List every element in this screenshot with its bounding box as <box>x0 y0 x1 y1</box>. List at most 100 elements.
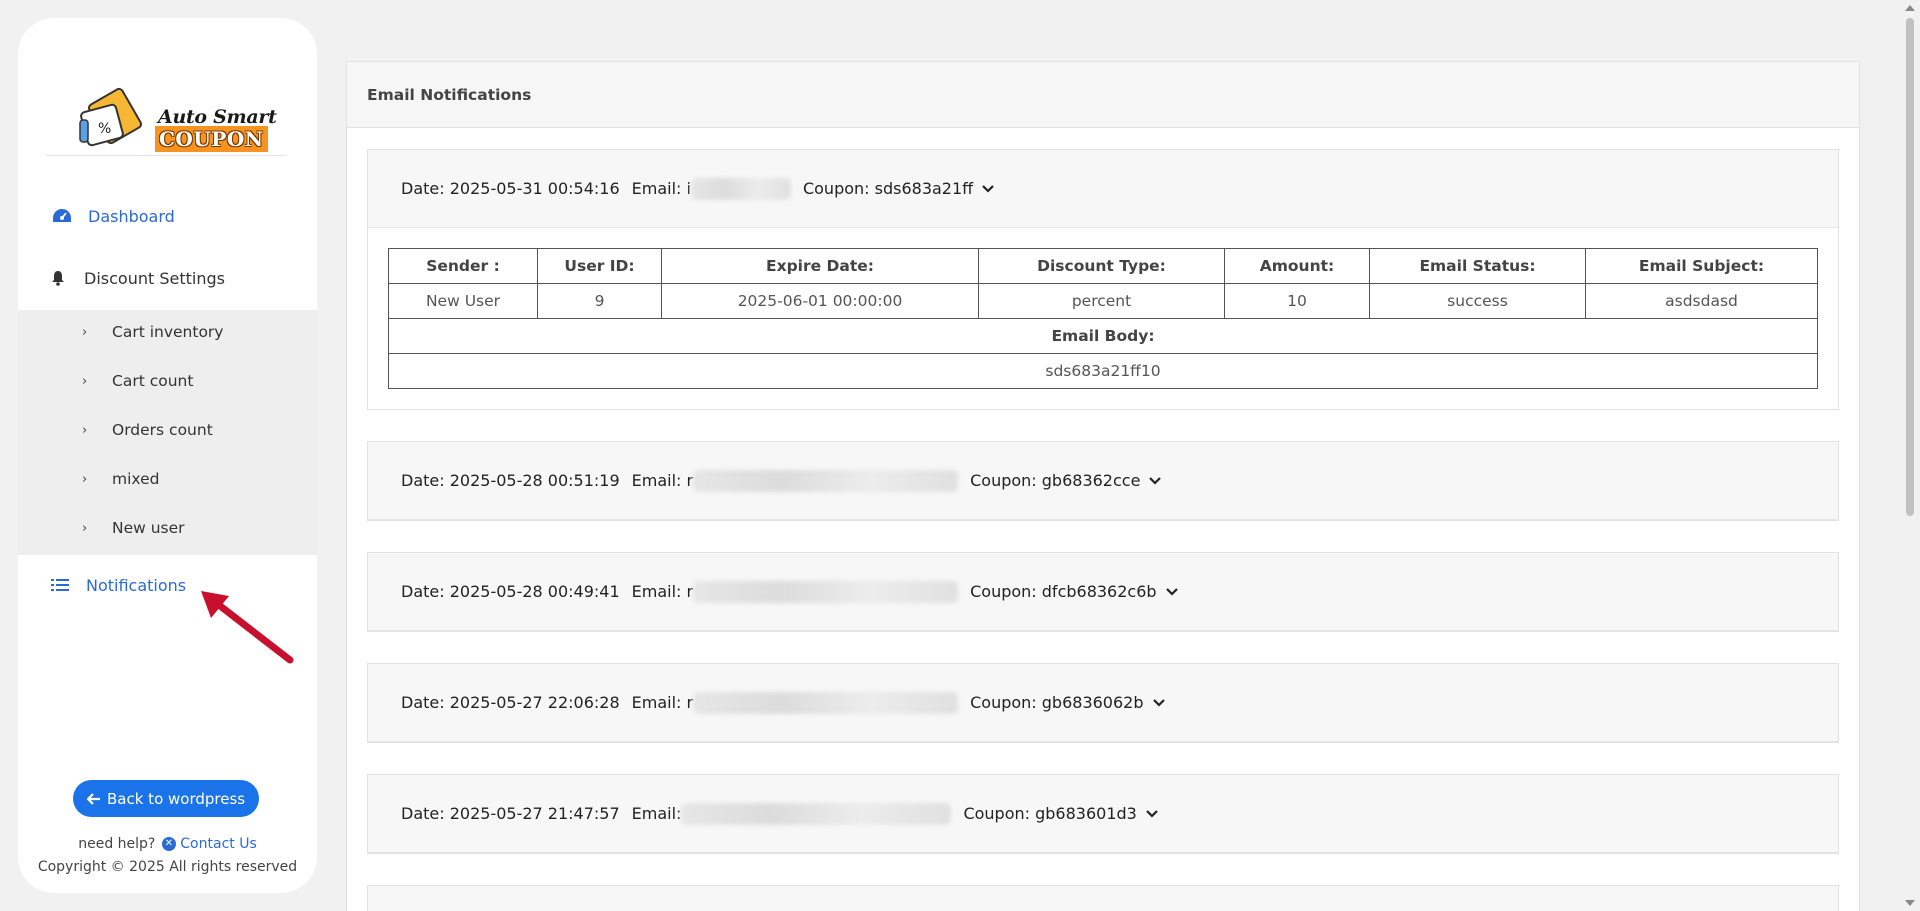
nav-discount-settings-label: Discount Settings <box>84 268 225 288</box>
notification-card: Date: 2025-05-27 21:47:57 Email: Coupon:… <box>367 774 1839 854</box>
notification-date: Date: 2025-05-28 00:51:19 <box>401 471 620 490</box>
header-email-body: Email Body: <box>388 318 1818 354</box>
notification-coupon: Coupon: sds683a21ff <box>802 179 974 198</box>
scroll-up-icon[interactable] <box>1905 5 1915 11</box>
table-row: sds683a21ff10 <box>388 353 1818 389</box>
notification-email-label: Email: r <box>631 693 694 712</box>
divider <box>46 155 286 156</box>
notification-details-table: Sender : User ID: Expire Date: Discount … <box>388 248 1818 389</box>
notification-coupon: Coupon: gb6836062b <box>970 693 1144 712</box>
chevron-down-icon[interactable] <box>1145 809 1159 819</box>
notification-card: Date: 2025-05-28 00:51:19 Email: r Coupo… <box>367 441 1839 521</box>
email-notifications-panel: Email Notifications Date: 2025-05-31 00:… <box>346 61 1860 911</box>
header-sender: Sender : <box>388 248 538 284</box>
logo-text-line2: COUPON <box>155 126 268 152</box>
header-discount-type: Discount Type: <box>978 248 1225 284</box>
dashboard-gauge-icon <box>50 208 74 224</box>
header-amount: Amount: <box>1224 248 1370 284</box>
notification-card-header[interactable]: Date: 2025-05-31 00:54:16 Email: i Coupo… <box>368 150 1838 228</box>
help-x-icon: ✕ <box>161 837 176 851</box>
list-icon <box>48 578 72 592</box>
notification-card: Date: 2025-05-28 00:49:41 Email: r Coupo… <box>367 552 1839 632</box>
coupon-logo-icon: % <box>79 87 142 147</box>
chevron-down-icon[interactable] <box>1152 698 1166 708</box>
redacted-email <box>690 177 791 200</box>
scroll-thumb[interactable] <box>1906 18 1914 516</box>
notification-date: Date: 2025-05-27 21:47:57 <box>401 804 620 823</box>
logo[interactable]: % Auto Smart COUPON <box>78 80 278 160</box>
header-user-id: User ID: <box>537 248 662 284</box>
nav-dashboard[interactable]: Dashboard <box>18 193 317 239</box>
notification-coupon: Coupon: dfcb68362c6b <box>970 582 1157 601</box>
redacted-email <box>681 802 952 825</box>
notification-coupon: Coupon: gb683601d3 <box>963 804 1137 823</box>
notification-email-label: Email: r <box>631 471 694 490</box>
submenu-item-cart-count[interactable]: › Cart count <box>18 361 317 401</box>
header-expire-date: Expire Date: <box>661 248 979 284</box>
chevron-right-icon: › <box>82 422 88 438</box>
chevron-down-icon[interactable] <box>1148 476 1162 486</box>
contact-us-link[interactable]: Contact Us <box>180 836 256 852</box>
notification-coupon: Coupon: gb68362cce <box>970 471 1141 490</box>
sidebar: % Auto Smart COUPON Dashboard Discount S… <box>18 18 317 893</box>
notification-card-header[interactable]: Date: 2025-05-27 21:47:57 Email: Coupon:… <box>368 775 1838 853</box>
chevron-down-icon[interactable] <box>981 184 995 194</box>
table-row: New User 9 2025-06-01 00:00:00 percent 1… <box>388 283 1818 319</box>
chevron-right-icon: › <box>82 373 88 389</box>
nav-notifications-label: Notifications <box>86 575 187 595</box>
submenu-item-new-user[interactable]: › New user <box>18 508 317 548</box>
red-arrow-annotation-icon <box>201 591 294 664</box>
notification-card: Date: 2025-05-31 00:54:16 Email: i Coupo… <box>367 149 1839 410</box>
help-line: need help? ✕ Contact Us <box>18 836 317 852</box>
copyright-text: Copyright © 2025 All rights reserved <box>37 859 298 875</box>
notification-date: Date: 2025-05-27 22:06:28 <box>401 693 620 712</box>
submenu-item-label: mixed <box>112 470 160 488</box>
need-help-text: need help? <box>78 836 156 852</box>
submenu-item-label: Cart count <box>112 372 194 390</box>
notification-email-label: Email: r <box>631 582 694 601</box>
cell-user-id: 9 <box>537 283 662 319</box>
chevron-right-icon: › <box>82 324 88 340</box>
header-email-subject: Email Subject: <box>1585 248 1818 284</box>
submenu-item-label: Cart inventory <box>112 323 224 341</box>
cell-discount-type: percent <box>978 283 1225 319</box>
submenu-item-label: Orders count <box>112 421 213 439</box>
redacted-email <box>693 469 959 492</box>
nav-dashboard-label: Dashboard <box>88 206 175 226</box>
chevron-right-icon: › <box>82 471 88 487</box>
cell-amount: 10 <box>1224 283 1370 319</box>
svg-text:%: % <box>98 121 111 137</box>
notification-email-label: Email: i <box>631 179 691 198</box>
cell-email-body: sds683a21ff10 <box>388 353 1818 389</box>
scroll-down-icon[interactable] <box>1905 900 1915 906</box>
cell-expire-date: 2025-06-01 00:00:00 <box>661 283 979 319</box>
cell-email-status: success <box>1369 283 1586 319</box>
logo-text-line1: Auto Smart <box>158 106 277 128</box>
notification-card-header[interactable]: Date: 2025-05-28 00:49:41 Email: r Coupo… <box>368 553 1838 631</box>
cell-sender: New User <box>388 283 538 319</box>
bell-icon <box>46 270 70 286</box>
notification-card[interactable] <box>367 885 1839 911</box>
redacted-email <box>693 691 959 714</box>
cell-email-subject: asdsdasd <box>1585 283 1818 319</box>
notification-card-header[interactable]: Date: 2025-05-27 22:06:28 Email: r Coupo… <box>368 664 1838 742</box>
notification-date: Date: 2025-05-31 00:54:16 <box>401 179 620 198</box>
submenu-item-mixed[interactable]: › mixed <box>18 459 317 499</box>
back-button-label: Back to wordpress <box>107 789 246 808</box>
submenu-item-label: New user <box>112 519 185 537</box>
chevron-right-icon: › <box>82 520 88 536</box>
chevron-down-icon[interactable] <box>1165 587 1179 597</box>
discount-submenu: › Cart inventory › Cart count › Orders c… <box>18 310 317 555</box>
notification-card-header[interactable]: Date: 2025-05-28 00:51:19 Email: r Coupo… <box>368 442 1838 520</box>
submenu-item-cart-inventory[interactable]: › Cart inventory <box>18 312 317 352</box>
back-to-wordpress-button[interactable]: Back to wordpress <box>73 780 260 817</box>
notification-date: Date: 2025-05-28 00:49:41 <box>401 582 620 601</box>
panel-title: Email Notifications <box>347 62 1859 128</box>
notification-email-label: Email: <box>631 804 682 823</box>
arrow-left-icon <box>87 792 100 805</box>
redacted-email <box>693 580 959 603</box>
submenu-item-orders-count[interactable]: › Orders count <box>18 410 317 450</box>
notification-card: Date: 2025-05-27 22:06:28 Email: r Coupo… <box>367 663 1839 743</box>
page-scrollbar[interactable] <box>1900 0 1920 911</box>
nav-discount-settings[interactable]: Discount Settings <box>18 255 317 301</box>
